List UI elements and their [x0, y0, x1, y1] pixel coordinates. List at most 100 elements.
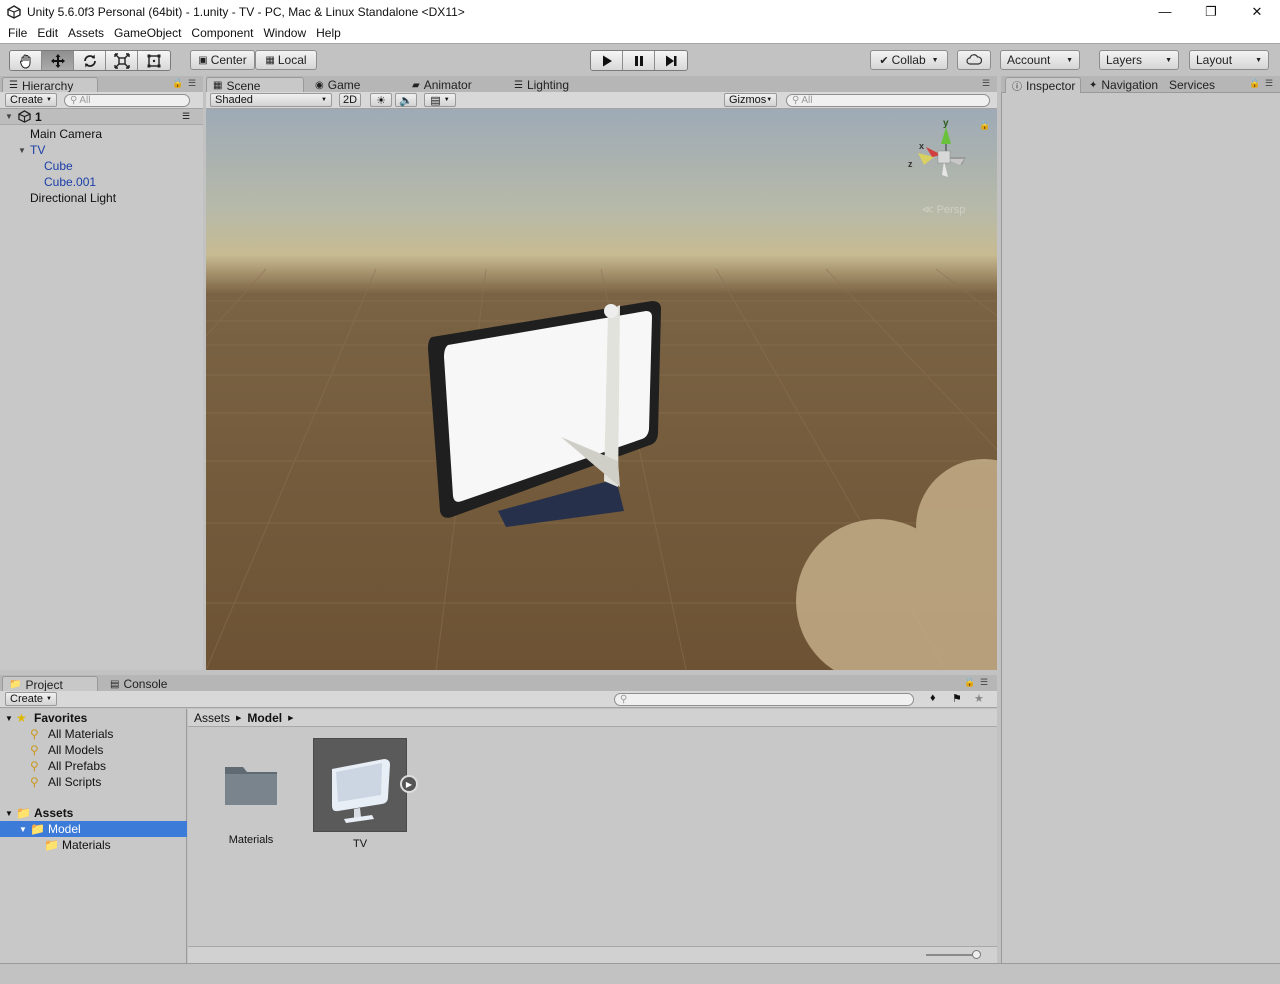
tab-game[interactable]: ◉ Game: [309, 77, 366, 93]
expand-arrow-icon[interactable]: ▼: [19, 825, 27, 834]
move-tool-icon[interactable]: [42, 51, 74, 70]
scene-search-input[interactable]: ⚲ All: [786, 94, 990, 107]
pivot-local-button[interactable]: ▦ Local: [255, 50, 317, 70]
tab-project[interactable]: 📁 Project: [2, 676, 98, 692]
tab-services[interactable]: Services: [1163, 77, 1221, 93]
expand-arrow-icon[interactable]: ▼: [18, 146, 26, 155]
assets-label: Assets: [34, 806, 74, 820]
rect-tool-icon[interactable]: [138, 51, 170, 70]
asset-tv-model[interactable]: ▶ TV: [313, 738, 418, 850]
menu-component[interactable]: Component: [186, 26, 258, 40]
project-search-input[interactable]: ⚲: [614, 693, 914, 706]
scene-effects-dropdown[interactable]: ▤ ▼: [424, 93, 456, 107]
breadcrumb-assets[interactable]: Assets: [194, 711, 230, 725]
project-create-button[interactable]: Create ▼: [5, 692, 57, 706]
panel-menu-icon[interactable]: ☰: [188, 78, 196, 89]
hierarchy-item-tv[interactable]: ▼ TV: [0, 142, 203, 158]
projection-label[interactable]: ≪ Persp: [922, 203, 965, 216]
favorite-item[interactable]: ⚲ All Prefabs: [0, 758, 187, 774]
tab-navigation[interactable]: ✦ Navigation: [1083, 77, 1164, 93]
tab-console[interactable]: ▤ Console: [104, 676, 173, 692]
expand-arrow-icon[interactable]: ▼: [5, 714, 13, 723]
orientation-gizmo-icon[interactable]: y x z: [904, 117, 984, 197]
restore-icon[interactable]: ❐: [1188, 0, 1234, 23]
account-dropdown[interactable]: Account ▼: [1000, 50, 1080, 70]
lock-icon[interactable]: 🔒: [964, 677, 975, 688]
hierarchy-item-directional-light[interactable]: Directional Light: [0, 190, 203, 206]
hierarchy-item-main-camera[interactable]: Main Camera: [0, 126, 203, 142]
gizmo-lock-icon[interactable]: 🔒: [979, 120, 990, 131]
tab-console-label: Console: [123, 677, 168, 691]
menu-file[interactable]: File: [3, 26, 32, 40]
project-create-label: Create: [10, 693, 44, 705]
pivot-center-button[interactable]: ▣ Center: [190, 50, 255, 70]
star-icon[interactable]: ★: [974, 692, 984, 705]
expand-arrow-icon[interactable]: ▼: [5, 809, 13, 818]
toggle-2d-button[interactable]: 2D: [339, 93, 361, 107]
lock-icon[interactable]: 🔒: [172, 78, 183, 89]
panel-menu-icon[interactable]: ☰: [1265, 78, 1273, 89]
panel-menu-icon[interactable]: ☰: [982, 78, 990, 89]
lock-icon[interactable]: 🔒: [1249, 78, 1260, 89]
menu-assets[interactable]: Assets: [63, 26, 109, 40]
assets-header[interactable]: ▼ 📁 Assets: [0, 805, 187, 821]
pause-button[interactable]: [623, 51, 655, 70]
breadcrumb-model[interactable]: Model: [247, 711, 282, 725]
hierarchy-search-input[interactable]: ⚲ All: [64, 94, 190, 107]
tab-inspector[interactable]: ⓘ Inspector: [1005, 77, 1081, 93]
hierarchy-item-cube-001[interactable]: Cube.001: [0, 174, 203, 190]
tab-lighting[interactable]: ☰ Lighting: [508, 77, 575, 93]
step-button[interactable]: [655, 51, 687, 70]
scale-tool-icon[interactable]: [106, 51, 138, 70]
close-icon[interactable]: ✕: [1234, 0, 1280, 23]
gizmos-dropdown[interactable]: Gizmos ▼: [724, 93, 777, 107]
layers-dropdown[interactable]: Layers ▼: [1099, 50, 1179, 70]
favorite-item[interactable]: ⚲ All Materials: [0, 726, 187, 742]
menu-edit[interactable]: Edit: [32, 26, 63, 40]
scene-search-placeholder: All: [801, 95, 813, 106]
scene-root-row[interactable]: ▼ 1 ☰: [0, 109, 203, 125]
favorite-label: All Models: [48, 743, 104, 757]
toggle-2d-label: 2D: [342, 94, 358, 106]
tab-animator[interactable]: ▰ Animator: [406, 77, 478, 93]
scene-lighting-toggle[interactable]: ☀: [370, 93, 392, 107]
hierarchy-create-button[interactable]: Create ▼: [5, 93, 57, 107]
shading-mode-dropdown[interactable]: Shaded ▼: [210, 93, 332, 107]
favorite-item[interactable]: ⚲ All Scripts: [0, 774, 187, 790]
tab-scene[interactable]: ▦ Scene: [206, 77, 304, 93]
image-icon: ▤: [430, 94, 441, 107]
thumbnail-size-slider-track[interactable]: [926, 954, 978, 956]
layout-dropdown[interactable]: Layout ▼: [1189, 50, 1269, 70]
project-tabbar: 📁 Project ▤ Console 🔒 ☰: [0, 675, 997, 692]
collab-dropdown[interactable]: ✔ Collab ▼: [870, 50, 948, 70]
hierarchy-item-cube[interactable]: Cube: [0, 158, 203, 174]
expand-asset-icon[interactable]: ▶: [400, 775, 418, 793]
hand-tool-icon[interactable]: [10, 51, 42, 70]
menu-gameobject[interactable]: GameObject: [109, 26, 186, 40]
minimize-icon[interactable]: —: [1142, 0, 1188, 23]
tree-item-materials[interactable]: 📁 Materials: [0, 837, 187, 853]
filter-by-type-icon[interactable]: ♦: [930, 692, 936, 704]
thumbnail-size-slider-handle[interactable]: [972, 950, 981, 959]
filter-by-label-icon[interactable]: ⚑: [952, 692, 962, 705]
project-subbar: Create ▼ ⚲ ♦ ⚑ ★: [0, 691, 997, 708]
scene-menu-icon[interactable]: ☰: [182, 111, 190, 122]
asset-materials-folder[interactable]: Materials: [218, 759, 284, 846]
scene-viewport[interactable]: y x z 🔒 ≪ Persp: [206, 109, 997, 670]
menu-window[interactable]: Window: [258, 26, 311, 40]
tab-game-label: Game: [327, 78, 361, 92]
rotate-tool-icon[interactable]: [74, 51, 106, 70]
cloud-button[interactable]: [957, 50, 991, 70]
menu-help[interactable]: Help: [311, 26, 346, 40]
layout-label: Layout: [1196, 53, 1233, 67]
favorites-header[interactable]: ▼ ★ Favorites: [0, 710, 187, 726]
tv-model[interactable]: [428, 301, 661, 527]
panel-menu-icon[interactable]: ☰: [980, 677, 988, 688]
play-button[interactable]: [591, 51, 623, 70]
expand-arrow-icon[interactable]: ▼: [5, 112, 13, 121]
scene-audio-toggle[interactable]: 🔈: [395, 93, 417, 107]
favorite-item[interactable]: ⚲ All Models: [0, 742, 187, 758]
collab-check-icon: ✔: [879, 54, 889, 67]
tab-hierarchy[interactable]: ☰ Hierarchy: [2, 77, 98, 93]
tree-item-model[interactable]: ▼ 📁 Model: [0, 821, 187, 837]
